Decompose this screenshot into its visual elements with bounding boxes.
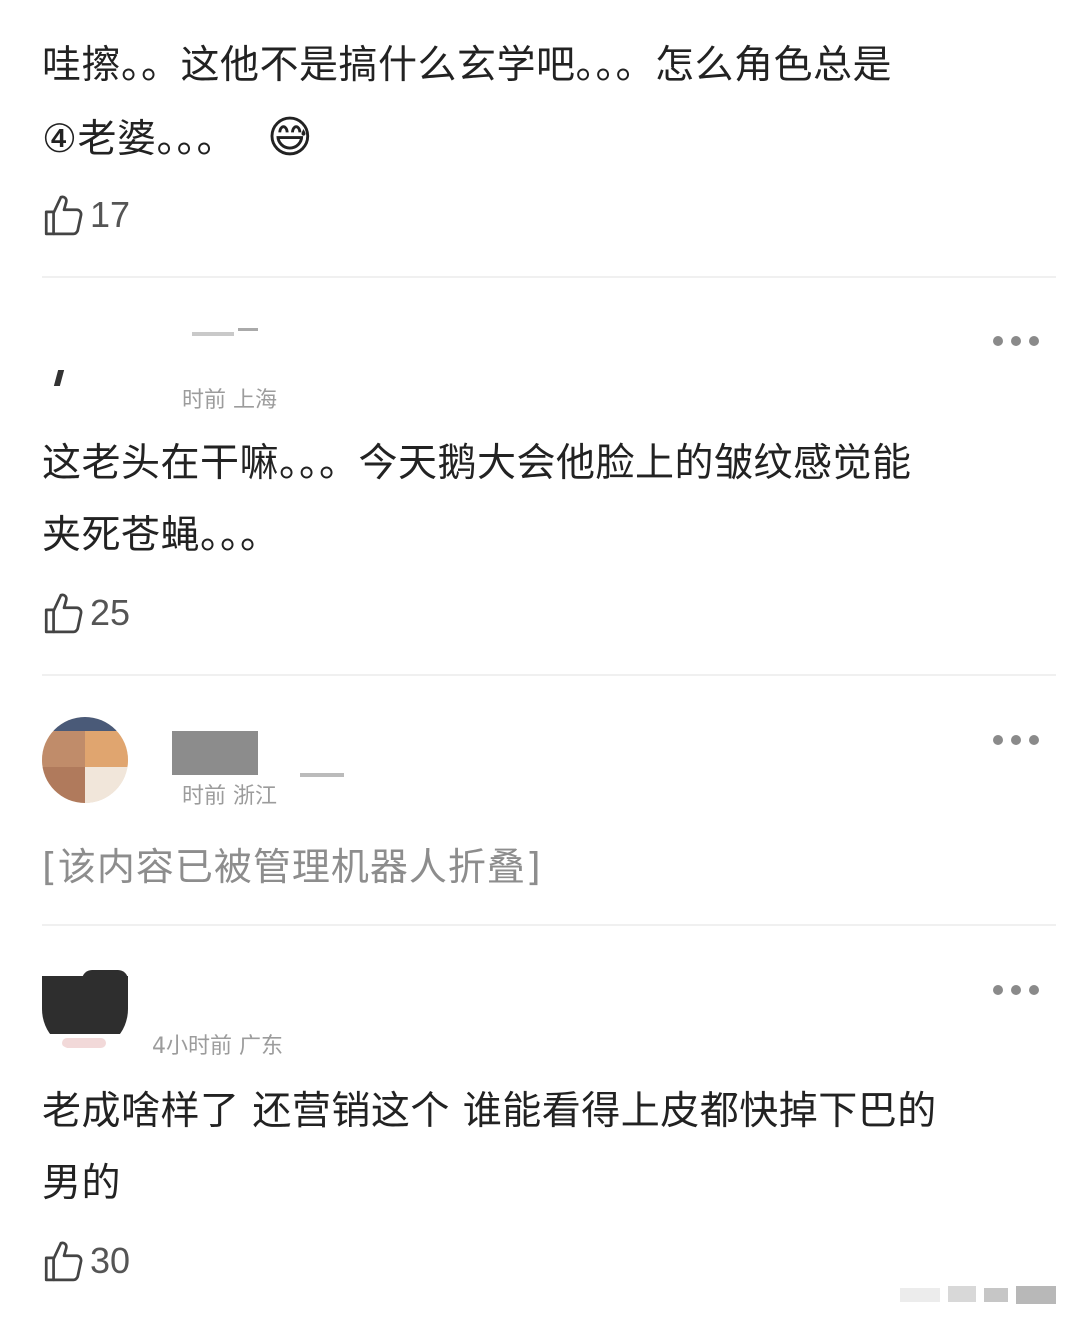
comment-2-meta: 时前 上海: [182, 388, 277, 413]
thumbs-up-icon: [44, 195, 83, 236]
more-dot-icon: [1011, 735, 1021, 745]
comment-4-like-button[interactable]: 30: [42, 1236, 130, 1286]
more-dot-icon: [1029, 336, 1039, 346]
thumbs-up-icon: [44, 1241, 83, 1282]
comment-1-text-line2-wrapper: ④老婆。。。 😅: [42, 102, 313, 176]
comment-4-like-count: 30: [90, 1240, 131, 1281]
comment-4-more-button[interactable]: [993, 983, 1039, 997]
comment-3-avatar[interactable]: [42, 717, 128, 803]
comment-1-text-line1: 哇擦。。这他不是搞什么玄学吧。。。怎么角色总是: [42, 43, 893, 88]
more-dot-icon: [1011, 336, 1021, 346]
watermark: [900, 1284, 1060, 1306]
comment-3-username-blurred[interactable]: [172, 731, 258, 775]
comment-3-more-button[interactable]: [993, 733, 1039, 747]
comment-4-meta: 4小时前 广东: [152, 1034, 283, 1059]
comment-2-text-line1: 这老头在干嘛。。。今天鹅大会他脸上的皱纹感觉能: [42, 441, 912, 486]
comment-1-like-button[interactable]: 17: [42, 190, 130, 240]
comment-1-like-count: 17: [90, 194, 131, 235]
more-dot-icon: [993, 735, 1003, 745]
comment-2-like-button[interactable]: 25: [42, 588, 130, 638]
comment-2-more-button[interactable]: [993, 334, 1039, 348]
divider: [42, 674, 1056, 676]
blur-artifact: [300, 773, 344, 777]
more-dot-icon: [1029, 985, 1039, 995]
comment-4-avatar[interactable]: [42, 966, 128, 1052]
more-dot-icon: [1029, 735, 1039, 745]
more-dot-icon: [993, 985, 1003, 995]
comment-3-meta: 时前 浙江: [182, 784, 277, 809]
comment-4-text-line1: 老成啥样了 还营销这个 谁能看得上皮都快掉下巴的: [42, 1089, 937, 1134]
sweat-smile-emoji: 😅: [266, 112, 314, 163]
comment-4-text-line2: 男的: [42, 1161, 122, 1206]
comment-2-username[interactable]: [192, 322, 262, 340]
comment-3-folded-notice[interactable]: [该内容已被管理机器人折叠]: [42, 836, 542, 891]
more-dot-icon: [1011, 985, 1021, 995]
thumbs-up-icon: [44, 593, 83, 634]
more-dot-icon: [993, 336, 1003, 346]
comment-2-like-count: 25: [90, 592, 131, 633]
comment-2-avatar[interactable]: [50, 370, 65, 392]
divider: [42, 276, 1056, 278]
comment-1-text-line2: ④老婆。。。: [42, 117, 236, 162]
comment-2-text-line2: 夹死苍蝇。。。: [42, 513, 280, 558]
divider: [42, 924, 1056, 926]
